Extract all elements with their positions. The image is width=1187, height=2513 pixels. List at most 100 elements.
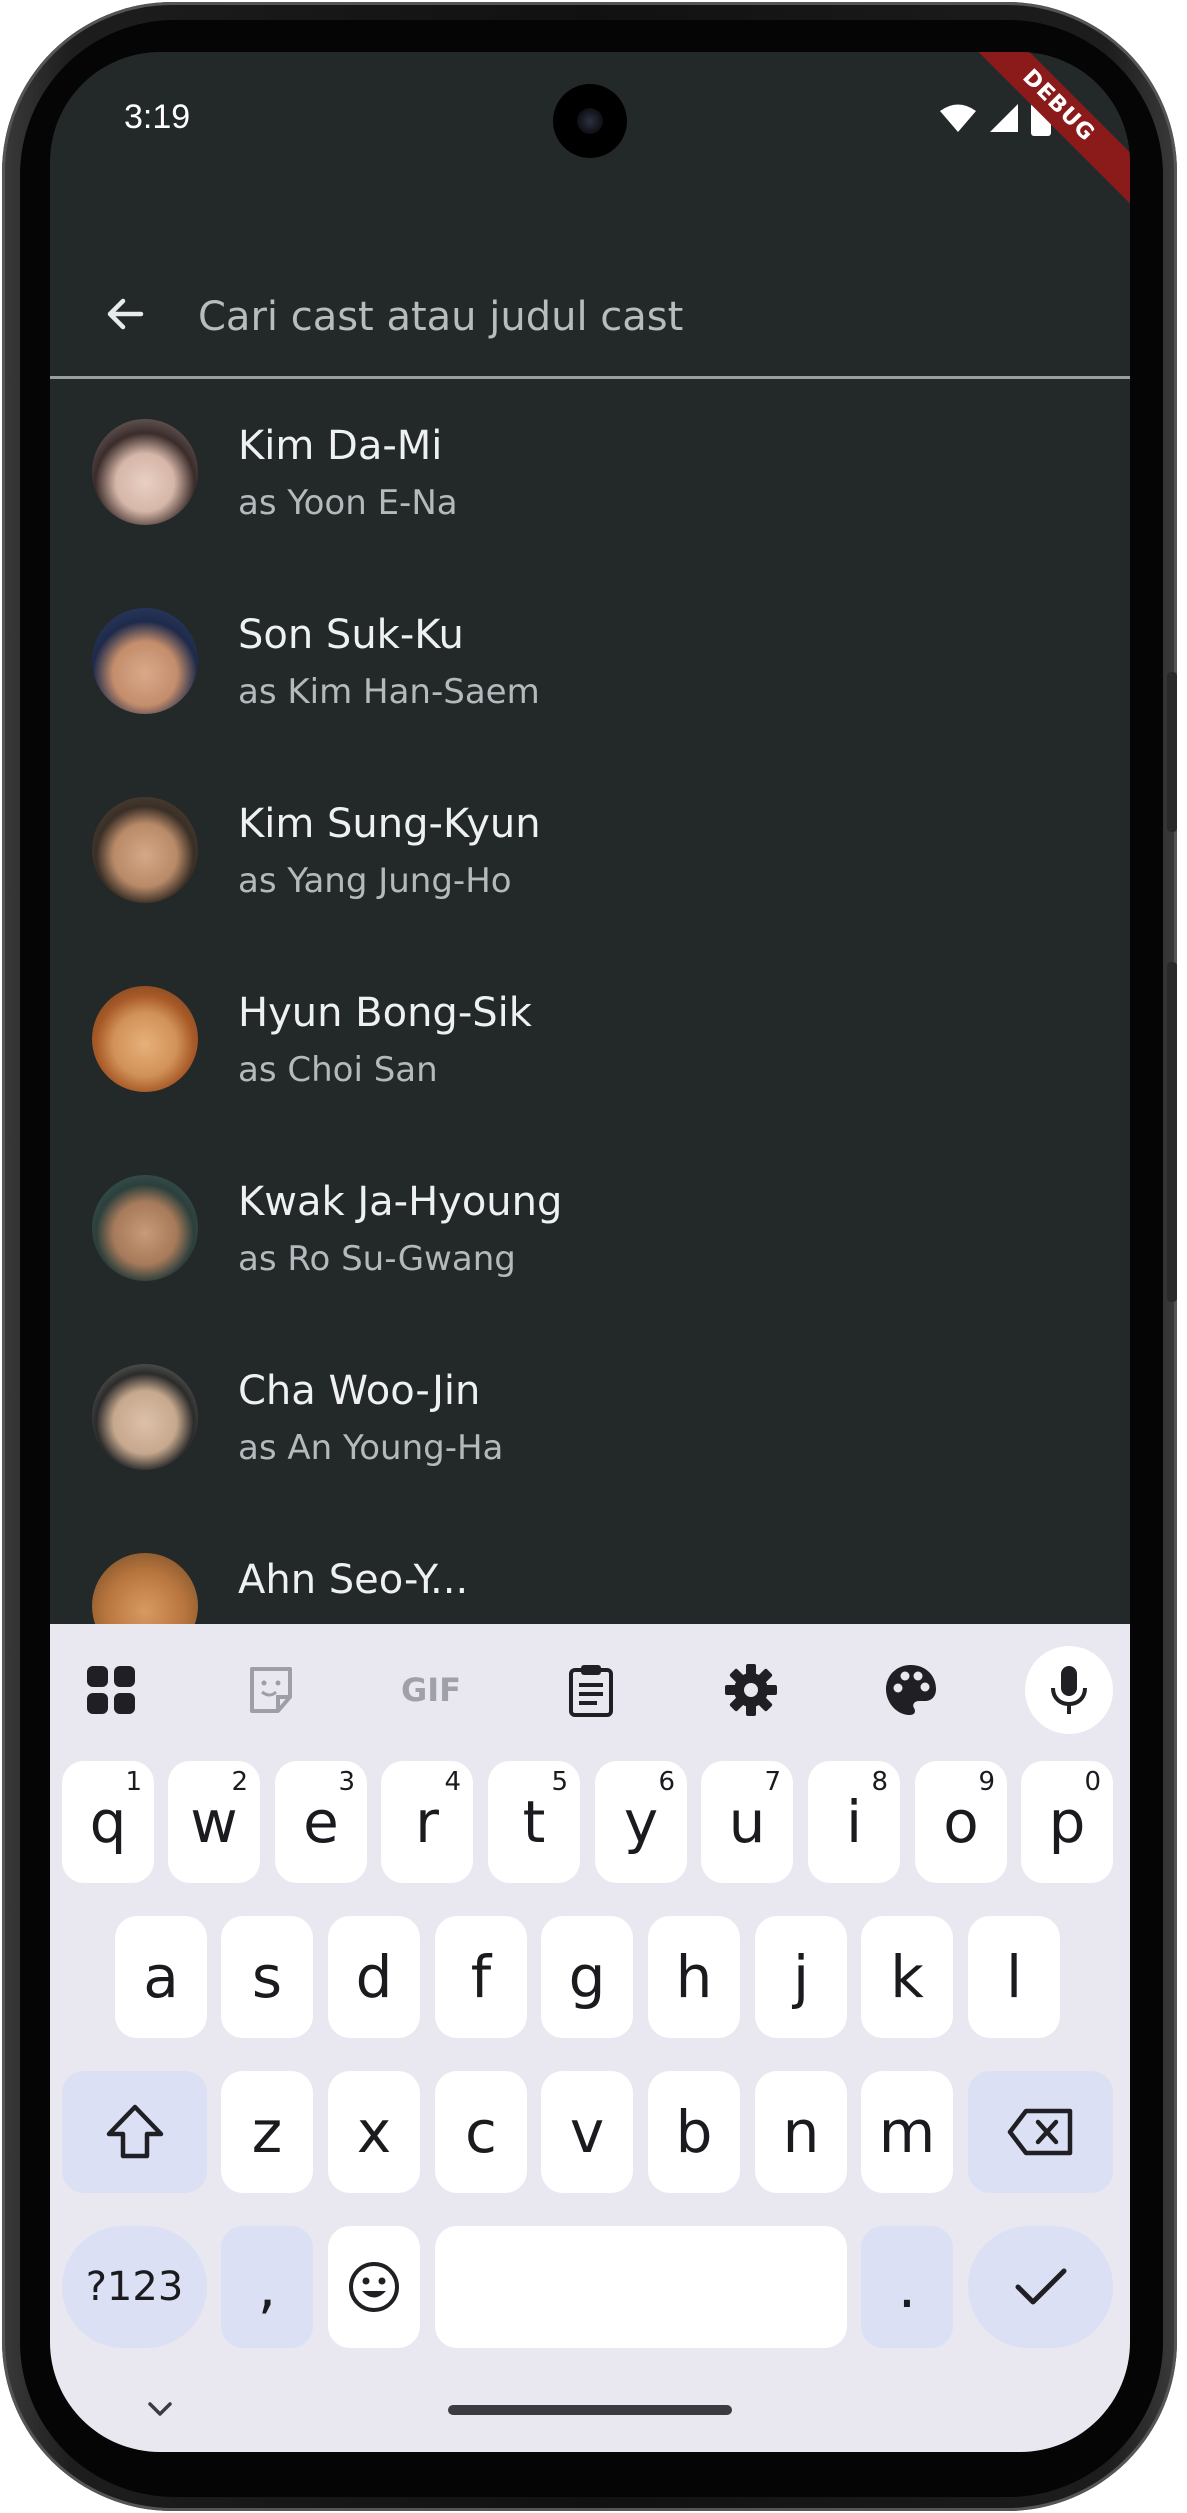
- status-bar: 3:19 DEBUG: [50, 52, 1130, 211]
- list-item[interactable]: Son Suk-Ku as Kim Han-Saem: [50, 568, 1130, 757]
- cast-role: as Ro Su-Gwang: [238, 1239, 516, 1279]
- emoji-key[interactable]: [328, 2226, 420, 2348]
- symbols-key[interactable]: ?123: [62, 2226, 207, 2348]
- list-item[interactable]: Hyun Bong-Sik as Choi San: [50, 946, 1130, 1135]
- key-label: y: [623, 1788, 659, 1856]
- key-hint: 8: [871, 1767, 888, 1797]
- clipboard-glyph: [569, 1665, 613, 1717]
- key-x[interactable]: x: [328, 2071, 420, 2193]
- sticker-icon[interactable]: [227, 1646, 315, 1734]
- key-c[interactable]: c: [435, 2071, 527, 2193]
- key-d[interactable]: d: [328, 1916, 420, 2038]
- key-h[interactable]: h: [648, 1916, 740, 2038]
- comma-key[interactable]: ,: [221, 2226, 313, 2348]
- key-k[interactable]: k: [861, 1916, 953, 2038]
- list-item[interactable]: Cha Woo-Jin as An Young-Ha: [50, 1324, 1130, 1513]
- power-button: [1167, 672, 1177, 832]
- settings-icon[interactable]: [707, 1646, 795, 1734]
- list-item[interactable]: Ahn Seo-Y...: [50, 1513, 1130, 1624]
- key-w[interactable]: w2: [168, 1761, 260, 1883]
- cast-name: Kim Sung-Kyun: [238, 801, 541, 847]
- signal-icon: [990, 104, 1018, 132]
- key-f[interactable]: f: [435, 1916, 527, 2038]
- key-label: i: [845, 1788, 863, 1856]
- screen: 3:19 DEBUG Kim Da-Mi: [50, 52, 1130, 2452]
- apps-icon[interactable]: [67, 1646, 155, 1734]
- status-time: 3:19: [124, 98, 191, 136]
- cast-name: Cha Woo-Jin: [238, 1368, 481, 1414]
- gear-glyph: [725, 1664, 777, 1716]
- key-label: p: [1048, 1788, 1086, 1856]
- apps-glyph: [87, 1666, 135, 1714]
- key-z[interactable]: z: [221, 2071, 313, 2193]
- key-b[interactable]: b: [648, 2071, 740, 2193]
- wifi-icon: [940, 104, 976, 132]
- front-camera: [553, 84, 627, 158]
- key-e[interactable]: e3: [275, 1761, 367, 1883]
- cast-name: Kim Da-Mi: [238, 423, 443, 469]
- emoji-icon: [349, 2262, 399, 2312]
- list-item[interactable]: Kwak Ja-Hyoung as Ro Su-Gwang: [50, 1135, 1130, 1324]
- key-label: o: [943, 1788, 979, 1856]
- done-key[interactable]: [968, 2226, 1113, 2348]
- list-item[interactable]: Kim Sung-Kyun as Yang Jung-Ho: [50, 757, 1130, 946]
- shift-key[interactable]: [62, 2071, 207, 2193]
- back-button[interactable]: [90, 279, 160, 349]
- key-label: e: [303, 1788, 339, 1856]
- key-label: w: [190, 1788, 238, 1856]
- mic-icon[interactable]: [1025, 1646, 1113, 1734]
- key-v[interactable]: v: [541, 2071, 633, 2193]
- cast-role: as Yoon E-Na: [238, 483, 458, 523]
- avatar: [92, 1364, 198, 1470]
- cast-role: as Kim Han-Saem: [238, 672, 540, 712]
- cast-name: Son Suk-Ku: [238, 612, 464, 658]
- cast-list: Kim Da-Mi as Yoon E-Na Son Suk-Ku as Kim…: [50, 379, 1130, 1624]
- key-n[interactable]: n: [755, 2071, 847, 2193]
- key-hint: 9: [978, 1767, 995, 1797]
- avatar: [92, 608, 198, 714]
- key-hint: 0: [1084, 1767, 1101, 1797]
- key-r[interactable]: r4: [381, 1761, 473, 1883]
- period-key[interactable]: .: [861, 2226, 953, 2348]
- chevron-down-icon[interactable]: [140, 2394, 180, 2424]
- cast-name: Kwak Ja-Hyoung: [238, 1179, 563, 1225]
- cast-role: as Choi San: [238, 1050, 438, 1090]
- key-j[interactable]: j: [755, 1916, 847, 2038]
- key-s[interactable]: s: [221, 1916, 313, 2038]
- mic-glyph: [1051, 1666, 1087, 1714]
- key-i[interactable]: i8: [808, 1761, 900, 1883]
- key-label: t: [522, 1788, 546, 1856]
- cast-role: as Yang Jung-Ho: [238, 861, 512, 901]
- keyboard-toolbar: GIF: [50, 1624, 1130, 1739]
- list-item[interactable]: Kim Da-Mi as Yoon E-Na: [50, 379, 1130, 568]
- key-t[interactable]: t5: [488, 1761, 580, 1883]
- key-hint: 7: [764, 1767, 781, 1797]
- key-label: q: [89, 1788, 127, 1856]
- key-g[interactable]: g: [541, 1916, 633, 2038]
- key-a[interactable]: a: [115, 1916, 207, 2038]
- space-key[interactable]: [435, 2226, 847, 2348]
- key-m[interactable]: m: [861, 2071, 953, 2193]
- search-input[interactable]: [198, 287, 1078, 347]
- shift-icon: [106, 2104, 163, 2159]
- key-o[interactable]: o9: [915, 1761, 1007, 1883]
- key-u[interactable]: u7: [701, 1761, 793, 1883]
- avatar: [92, 797, 198, 903]
- key-y[interactable]: y6: [595, 1761, 687, 1883]
- palette-glyph: [886, 1665, 936, 1715]
- key-hint: 2: [231, 1767, 248, 1797]
- cast-name: Hyun Bong-Sik: [238, 990, 532, 1036]
- gif-icon[interactable]: GIF: [387, 1646, 475, 1734]
- avatar: [92, 1553, 198, 1624]
- backspace-key[interactable]: [968, 2071, 1113, 2193]
- volume-button: [1167, 962, 1177, 1302]
- key-q[interactable]: q1: [62, 1761, 154, 1883]
- key-l[interactable]: l: [968, 1916, 1060, 2038]
- gesture-handle[interactable]: [448, 2405, 732, 2415]
- avatar: [92, 1175, 198, 1281]
- search-app-bar: [50, 227, 1130, 377]
- palette-icon[interactable]: [867, 1646, 955, 1734]
- key-hint: 5: [551, 1767, 568, 1797]
- key-p[interactable]: p0: [1021, 1761, 1113, 1883]
- clipboard-icon[interactable]: [547, 1646, 635, 1734]
